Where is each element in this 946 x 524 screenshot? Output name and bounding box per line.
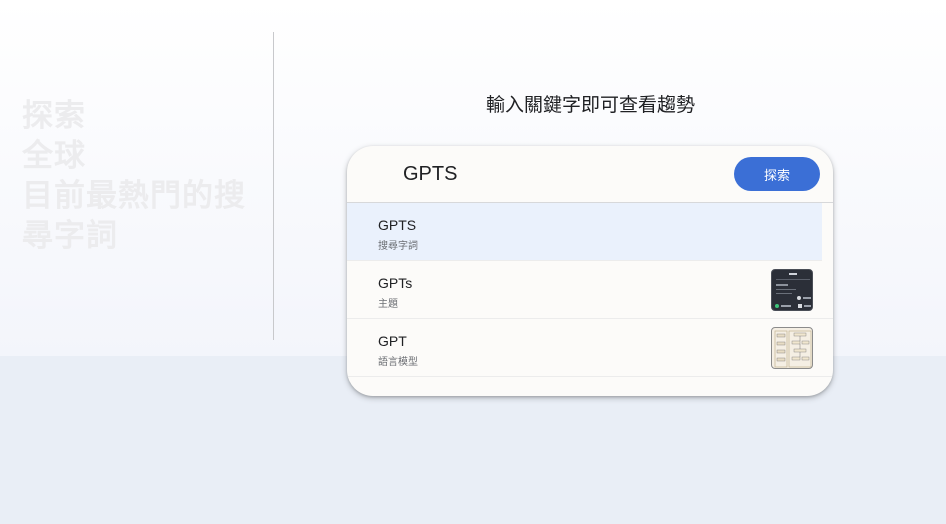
explore-button[interactable]: 探索 [734, 157, 820, 191]
search-input[interactable] [403, 159, 703, 189]
vertical-divider [273, 32, 274, 340]
suggestion-title: GPTS [378, 217, 417, 233]
search-prompt: 輸入關鍵字即可查看趨勢 [485, 95, 695, 116]
hero-line: 目前最熱門的搜 [22, 178, 246, 213]
suggestion-item[interactable]: GPTS 搜尋字詞 [347, 203, 822, 261]
suggestion-type: 搜尋字詞 [378, 241, 418, 252]
suggestion-item[interactable]: GPTs 主題 [347, 261, 833, 319]
suggestion-title: GPT [378, 333, 407, 349]
suggestion-title: GPTs [378, 275, 413, 291]
suggestion-thumbnail [771, 269, 813, 311]
suggestion-item[interactable]: GPT 語言模型 [347, 319, 833, 377]
suggestion-thumbnail [771, 327, 813, 369]
hero-line: 尋字詞 [22, 218, 118, 253]
suggestion-type: 主題 [378, 299, 398, 310]
search-card: 探索 GPTS 搜尋字詞 GPTs 主題 [347, 146, 833, 396]
search-bar: 探索 [347, 146, 833, 203]
hero-title: 探索 全球 目前最熱門的搜 尋字詞 [22, 96, 262, 256]
suggestion-list: GPTS 搜尋字詞 GPTs 主題 GPT 語言模型 [347, 203, 833, 377]
hero-line: 探索 [22, 98, 86, 133]
suggestion-type: 語言模型 [378, 357, 418, 368]
hero-line: 全球 [22, 138, 86, 173]
